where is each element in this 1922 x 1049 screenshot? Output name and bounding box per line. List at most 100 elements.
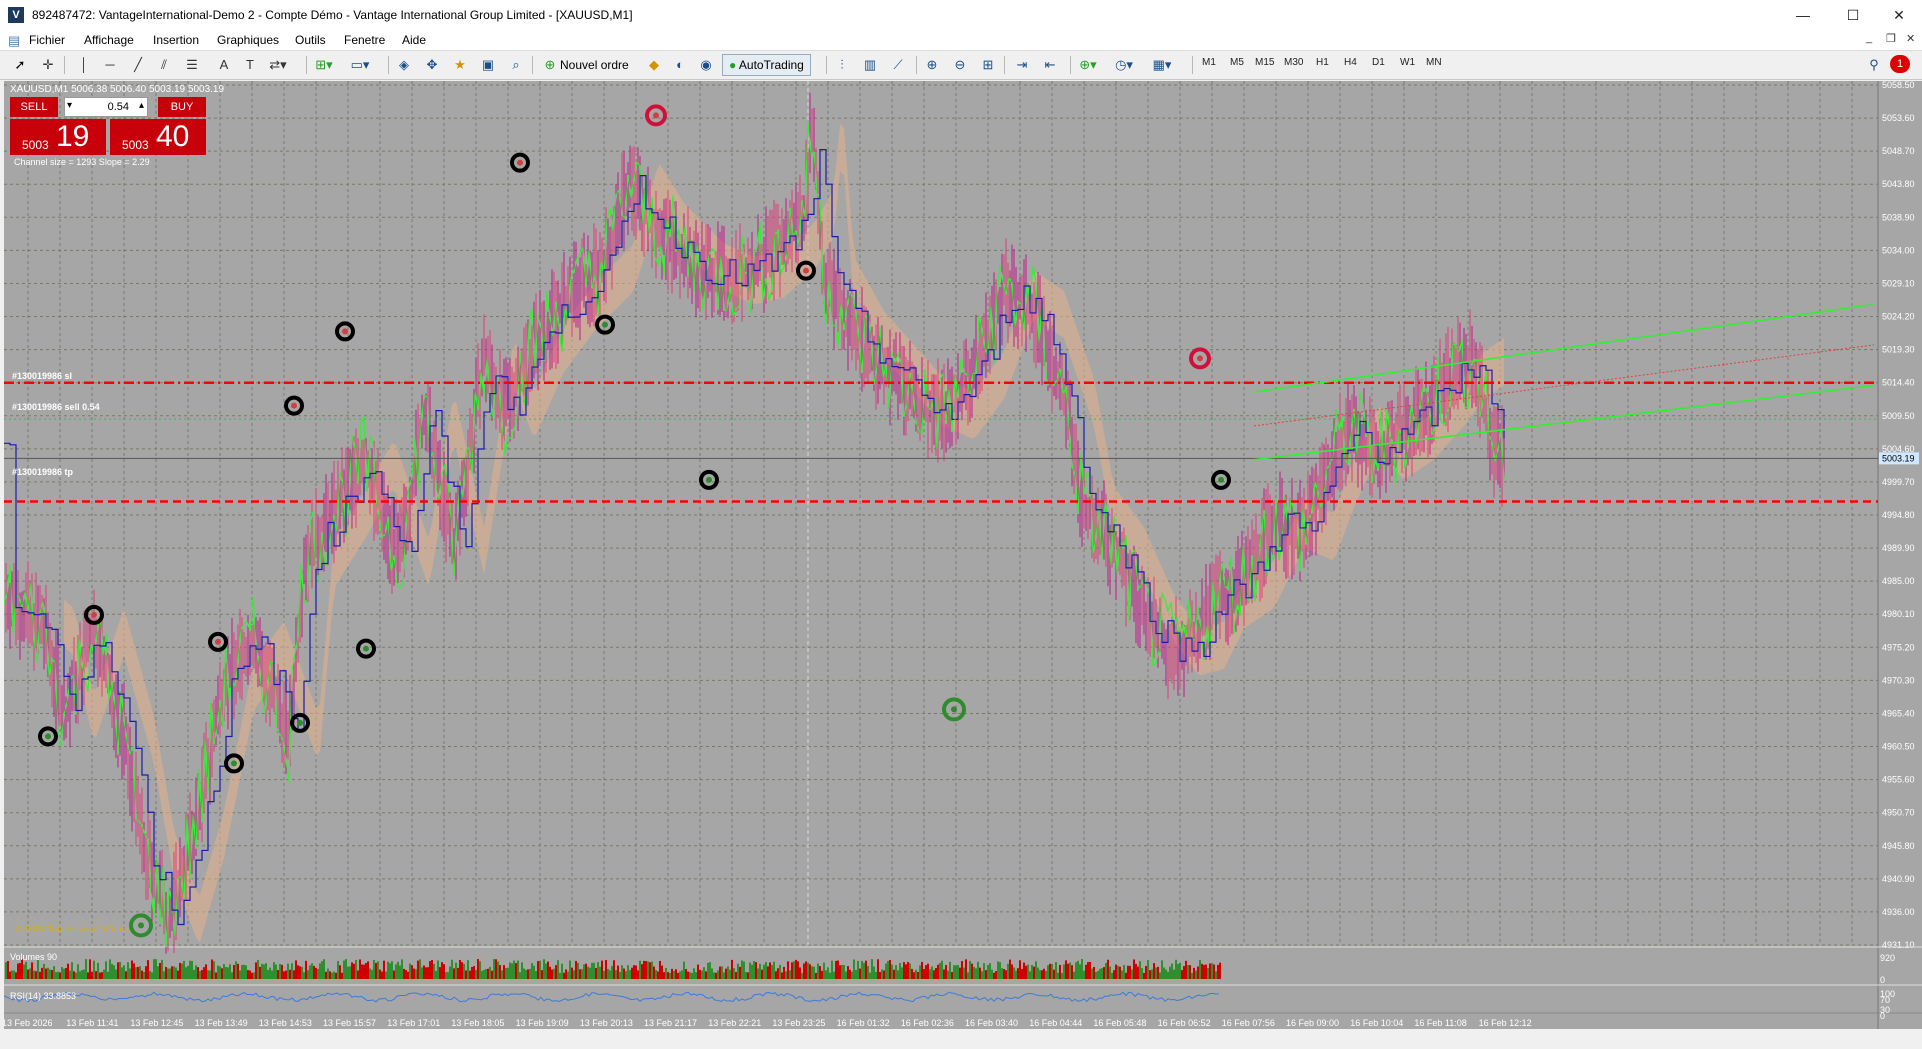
price-tick-label: 5053.60 <box>1882 113 1915 123</box>
menu-fenetre[interactable]: Fenetre <box>344 33 385 47</box>
text-tool-icon[interactable]: A <box>214 55 234 75</box>
menu-outils[interactable]: Outils <box>295 33 326 47</box>
price-tick-label: 4994.80 <box>1882 510 1915 520</box>
profiles-icon[interactable]: ▭▾ <box>350 55 370 75</box>
title-bar: V 892487472: VantageInternational-Demo 2… <box>0 0 1922 30</box>
strategy-tester-icon[interactable]: ⌕ <box>506 55 526 75</box>
minimize-button[interactable]: — <box>1780 0 1826 30</box>
menu-fichier[interactable]: Fichier <box>29 33 65 47</box>
vertical-line-icon[interactable]: │ <box>74 55 94 75</box>
swing-marker-dot <box>138 922 144 929</box>
data-window-icon[interactable]: ✥ <box>422 55 442 75</box>
swing-marker-dot <box>602 321 608 328</box>
fibonacci-icon[interactable]: ☰ <box>182 55 202 75</box>
time-tick-label: 16 Feb 06:52 <box>1158 1018 1211 1028</box>
timeframe-m30[interactable]: M30 <box>1284 57 1303 68</box>
time-tick-label: 13 Feb 12:45 <box>130 1018 183 1028</box>
channel-info: Channel size = 1293 Slope = 2.29 <box>14 157 150 167</box>
lot-down-icon[interactable]: ▾ <box>67 100 72 111</box>
price-chart[interactable]: 5058.50 5053.60 5048.70 5043.80 5038.90 5034.… <box>4 81 1922 1029</box>
menu-bar: ▤ Fichier Affichage Insertion Graphiques… <box>0 30 1922 51</box>
swing-marker-dot <box>231 760 237 767</box>
candlesticks-icon[interactable]: ▥ <box>860 55 880 75</box>
price-tick-label: 4960.50 <box>1882 742 1915 752</box>
templates-icon[interactable]: ▦▾ <box>1152 55 1172 75</box>
sell-price-small: 5003 <box>22 138 49 152</box>
close-button[interactable]: ✕ <box>1876 0 1922 30</box>
timeframe-h1[interactable]: H1 <box>1316 57 1329 68</box>
price-tick-label: 4931.10 <box>1882 940 1915 950</box>
horizontal-line-icon[interactable]: ─ <box>100 55 120 75</box>
terminal-icon[interactable]: ▣ <box>478 55 498 75</box>
price-tick-label: 5024.20 <box>1882 312 1915 322</box>
indicators-icon[interactable]: ⊕▾ <box>1078 55 1098 75</box>
menu-aide[interactable]: Aide <box>402 33 426 47</box>
autotrading-button[interactable]: ● AutoTrading <box>722 54 811 76</box>
timeframe-m5[interactable]: M5 <box>1230 57 1244 68</box>
maximize-button[interactable]: ☐ <box>1830 0 1876 30</box>
new-chart-icon[interactable]: ⊞▾ <box>314 55 334 75</box>
time-tick-label: 13 Feb 23:25 <box>772 1018 825 1028</box>
swing-marker-dot <box>91 611 97 618</box>
notification-badge[interactable]: 1 <box>1890 55 1910 73</box>
periods-icon[interactable]: ◷▾ <box>1114 55 1134 75</box>
menu-graphiques[interactable]: Graphiques <box>217 33 279 47</box>
price-tick-label: 4955.60 <box>1882 775 1915 785</box>
mdi-restore-button[interactable]: ❐ <box>1886 32 1896 45</box>
tp-line-label: #130019986 tp <box>12 467 74 477</box>
market-watch-icon[interactable]: ◈ <box>394 55 414 75</box>
market-icon[interactable]: ◉ <box>696 55 716 75</box>
bar-chart-icon[interactable]: ⫶ <box>832 55 852 75</box>
chart-shift-icon[interactable]: ⇤ <box>1040 55 1060 75</box>
price-tick-label: 5048.70 <box>1882 146 1915 156</box>
volume-scale-min: 0 <box>1880 975 1886 985</box>
zoom-out-icon[interactable]: ⊖ <box>950 55 970 75</box>
sl-line-label: #130019986 sl <box>12 371 73 381</box>
zoom-in-icon[interactable]: ⊕ <box>922 55 942 75</box>
lot-size-value: 0.54 <box>107 101 129 113</box>
time-tick-label: 13 Feb 13:49 <box>195 1018 248 1028</box>
menu-affichage[interactable]: Affichage <box>84 33 134 47</box>
time-tick-label: 16 Feb 11:08 <box>1414 1018 1466 1028</box>
buy-button[interactable]: BUY <box>158 97 206 117</box>
time-tick-label: 13 Feb 17:01 <box>387 1018 440 1028</box>
cursor-icon[interactable]: ➚ <box>10 55 30 75</box>
new-order-button[interactable]: Nouvel ordre <box>556 55 633 75</box>
swing-marker-dot <box>706 476 712 483</box>
text-label-icon[interactable]: T <box>240 55 260 75</box>
swing-marker-dot <box>951 706 957 713</box>
signals-icon[interactable]: ◐ <box>670 55 690 75</box>
buy-price-box[interactable]: 5003 40 <box>110 119 206 155</box>
menu-insertion[interactable]: Insertion <box>153 33 199 47</box>
volume-label: Volumes 90 <box>10 952 58 962</box>
line-chart-icon[interactable]: ⟋ <box>888 55 908 75</box>
mdi-minimize-button[interactable]: _ <box>1866 32 1872 44</box>
navigator-icon[interactable]: ★ <box>450 55 470 75</box>
mdi-close-button[interactable]: ✕ <box>1906 32 1915 45</box>
time-tick-label: 13 Feb 14:53 <box>259 1018 312 1028</box>
timeframe-w1[interactable]: W1 <box>1400 57 1415 68</box>
meta-editor-icon[interactable]: ◆ <box>644 55 664 75</box>
trendline-icon[interactable]: ╱ <box>128 55 148 75</box>
equidistant-channel-icon[interactable]: ⫽ <box>154 55 174 75</box>
timeframe-mn[interactable]: MN <box>1426 57 1442 68</box>
timeframe-d1[interactable]: D1 <box>1372 57 1385 68</box>
timeframe-h4[interactable]: H4 <box>1344 57 1357 68</box>
sell-price-box[interactable]: 5003 19 <box>10 119 106 155</box>
toolbar: ➚ ✛ │ ─ ╱ ⫽ ☰ A T ⇄▾ ⊞▾ ▭▾ ◈ ✥ ★ ▣ ⌕ ⊕ N… <box>0 51 1922 80</box>
sell-button[interactable]: SELL <box>10 97 58 117</box>
timeframe-m15[interactable]: M15 <box>1255 57 1274 68</box>
timeframe-m1[interactable]: M1 <box>1202 57 1216 68</box>
chart-window-icon[interactable]: ▤ <box>8 33 20 49</box>
price-tick-label: 4989.90 <box>1882 543 1915 553</box>
auto-scroll-icon[interactable]: ⇥ <box>1012 55 1032 75</box>
crosshair-icon[interactable]: ✛ <box>38 55 58 75</box>
search-icon[interactable]: ⚲ <box>1864 55 1884 75</box>
lot-size-input[interactable]: ▾ 0.54 ▴ <box>64 97 148 117</box>
tile-windows-icon[interactable]: ⊞ <box>978 55 998 75</box>
arrows-icon[interactable]: ⇄▾ <box>268 55 288 75</box>
autotrading-icon: ● <box>729 58 737 72</box>
lot-up-icon[interactable]: ▴ <box>139 100 144 111</box>
price-tick-label: 5038.90 <box>1882 212 1915 222</box>
rsi-label: RSI(14) 33.8853 <box>10 991 77 1001</box>
